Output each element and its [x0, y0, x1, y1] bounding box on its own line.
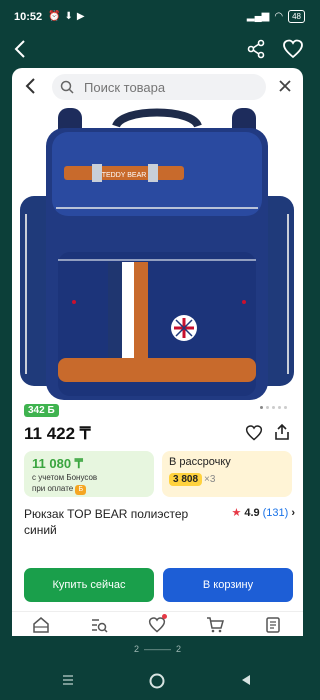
catalog-icon[interactable]: [90, 616, 110, 634]
recents-icon[interactable]: [60, 672, 76, 693]
product-sheet: TEDDY BEAR 342 Б 11 422 ₸ 11 080 ₸ с уч: [12, 68, 303, 636]
heart-icon[interactable]: [245, 424, 263, 447]
product-title: Рюкзак TOP BEAR полиэстер синий: [24, 507, 189, 537]
star-icon: ★: [231, 507, 242, 519]
back-arrow-icon[interactable]: [10, 38, 32, 65]
home-button-icon[interactable]: [148, 672, 166, 695]
product-image[interactable]: TEDDY BEAR: [12, 104, 303, 400]
back-arrow-icon[interactable]: [22, 76, 40, 101]
share-icon[interactable]: [245, 38, 267, 65]
app-top-bar: [0, 34, 315, 66]
installment-card[interactable]: В рассрочку 3 808 ×3: [162, 451, 292, 497]
orders-icon[interactable]: [264, 616, 284, 634]
bonus-points-badge: 342 Б: [24, 404, 59, 417]
installment-payment: 3 808 ×3: [169, 473, 215, 486]
notification-icons: ⏰ ⬇ ▶: [48, 11, 85, 22]
back-icon[interactable]: [238, 672, 254, 693]
media-icon: ▶: [76, 11, 85, 22]
close-icon[interactable]: [277, 78, 293, 99]
system-icons: ▂▄▆ ◠ 48: [247, 10, 305, 23]
bonus-price-note: с учетом Бонусов при оплате Б: [32, 472, 152, 495]
add-to-cart-button[interactable]: В корзину: [163, 568, 293, 602]
heart-icon[interactable]: [282, 38, 304, 65]
bonus-price: 11 080 ₸: [32, 456, 83, 471]
pager-dot: [266, 406, 269, 409]
pager-dot: [260, 406, 263, 409]
pager-dot: [278, 406, 281, 409]
rating-value: 4.9: [244, 506, 260, 519]
search-row: [12, 72, 303, 102]
bottom-tab-bar: [12, 611, 303, 636]
share-icon[interactable]: [273, 423, 291, 446]
signal-icon: ▂▄▆: [246, 11, 270, 22]
alarm-icon: ⏰: [48, 11, 61, 22]
image-pager-dots: [260, 406, 287, 409]
chevron-right-icon: ›: [291, 506, 295, 519]
pager-dot: [284, 406, 287, 409]
pager-dot: [272, 406, 275, 409]
cart-icon[interactable]: [206, 616, 226, 634]
status-time: 10:52: [14, 11, 43, 23]
home-icon[interactable]: [32, 616, 52, 634]
search-box[interactable]: [52, 74, 266, 100]
brand-label: TEDDY BEAR: [102, 172, 147, 179]
wifi-icon: ◠: [274, 11, 284, 22]
screen-pager: 2 ——— 2: [0, 644, 315, 654]
review-count[interactable]: (131): [263, 507, 289, 519]
pager-line: ———: [141, 644, 174, 654]
bonus-note-line1: с учетом Бонусов: [32, 473, 98, 482]
product-price: 11 422 ₸: [24, 424, 91, 443]
battery-icon: 48: [288, 10, 305, 23]
bonus-note-line2: при оплате: [32, 484, 74, 493]
notification-dot: [162, 614, 167, 619]
product-rating[interactable]: ★ 4.9 (131) ›: [231, 506, 295, 520]
system-nav-bar: [0, 668, 315, 694]
pager-right-number: 2: [176, 644, 182, 654]
purchase-buttons: Купить сейчас В корзину: [12, 564, 303, 604]
search-input[interactable]: [84, 78, 254, 96]
bonus-coin-icon: Б: [75, 485, 87, 495]
status-bar: 10:52 ⏰ ⬇ ▶ ▂▄▆ ◠ 48: [0, 0, 315, 34]
pager-left-number: 2: [133, 644, 139, 654]
installment-multiplier: ×3: [204, 474, 216, 485]
search-icon: [60, 80, 74, 99]
download-icon: ⬇: [64, 11, 73, 22]
bonus-price-card[interactable]: 11 080 ₸ с учетом Бонусов при оплате Б: [24, 451, 154, 497]
installment-amount: 3 808: [169, 473, 203, 486]
installment-label: В рассрочку: [169, 456, 231, 468]
favorites-icon[interactable]: [148, 614, 168, 634]
buy-now-button[interactable]: Купить сейчас: [24, 568, 154, 602]
